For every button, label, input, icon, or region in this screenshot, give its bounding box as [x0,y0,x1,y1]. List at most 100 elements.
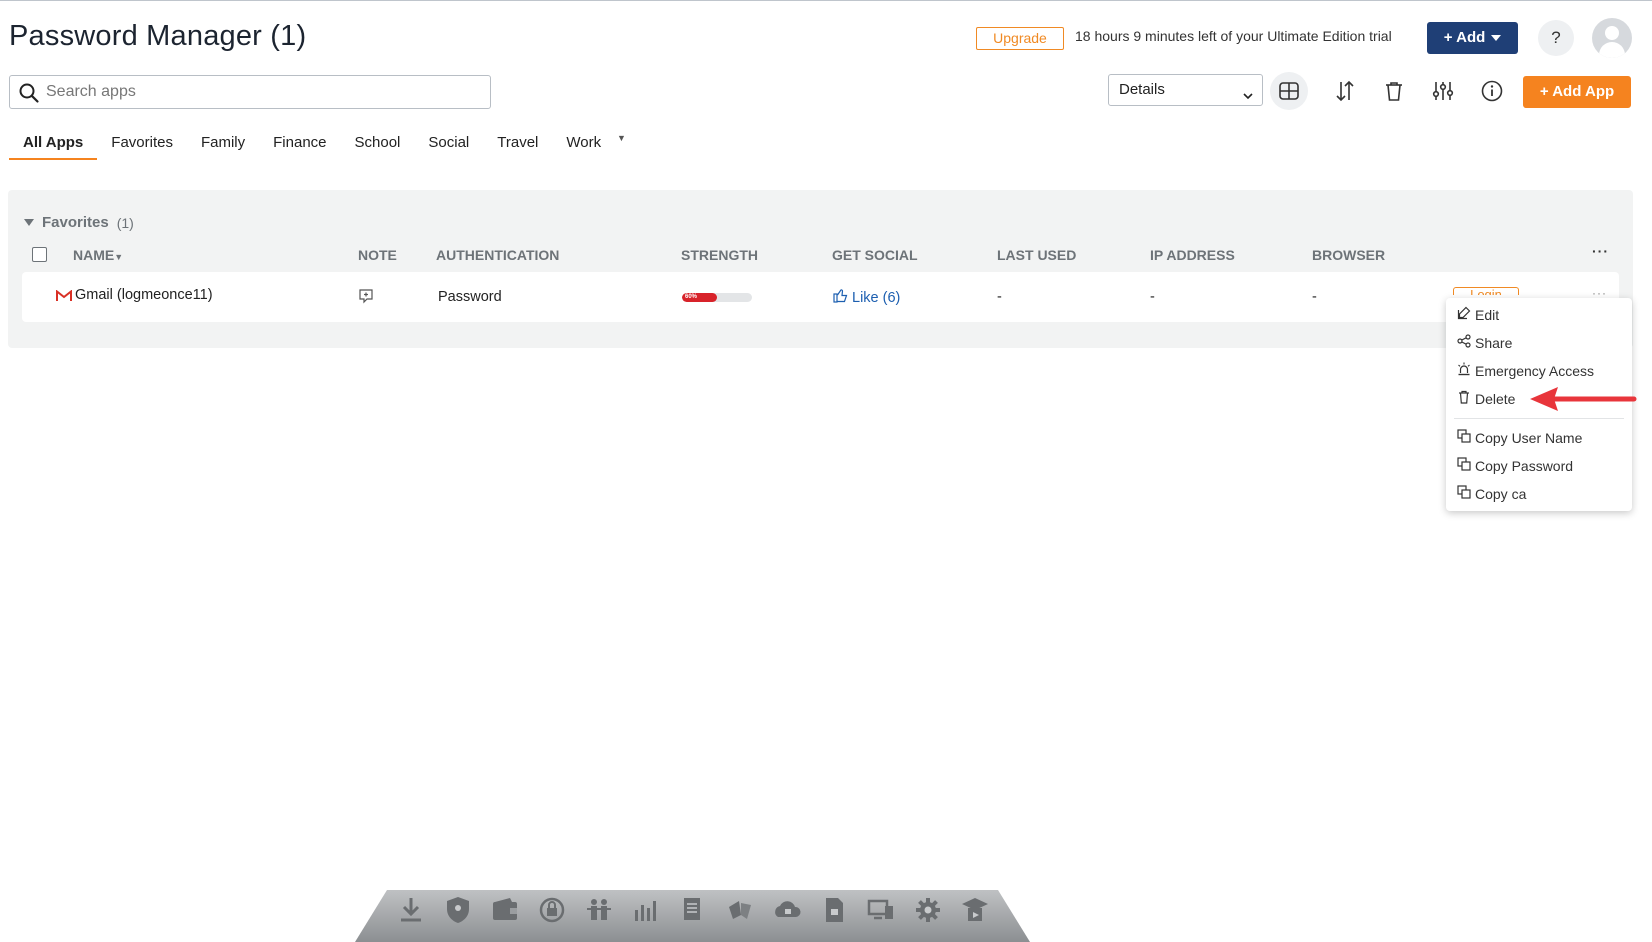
avatar-head [1605,26,1619,40]
column-header-get-social: GET SOCIAL [832,247,918,263]
strength-fill: 60% [682,293,717,302]
ip-address-value: - [1150,289,1155,305]
copy-icon [1457,457,1471,474]
add-dropdown-button[interactable]: + Add [1427,22,1518,54]
share-icon [1457,334,1471,351]
column-header-browser: BROWSER [1312,247,1386,263]
view-mode-value: Details [1119,81,1165,98]
group-name: Favorites [42,214,109,231]
like-count: Like (6) [852,289,901,306]
gmail-icon [56,289,72,307]
filter-sliders-icon[interactable] [1426,74,1460,108]
column-header-authentication: AUTHENTICATION [436,247,560,263]
stats-icon[interactable] [631,895,661,925]
chevron-down-icon [1242,83,1254,113]
menu-item-label: Share [1475,334,1513,351]
login-button[interactable]: Login [1453,287,1519,295]
menu-item-label: Delete [1475,390,1516,407]
tab-social[interactable]: Social [414,128,483,160]
note-icon[interactable] [358,288,374,309]
avatar-body [1599,42,1625,58]
cloud-lock-icon[interactable] [772,895,802,925]
search-icon [18,82,40,109]
sort-icon[interactable] [1328,74,1362,108]
column-header-name[interactable]: NAME▼ [73,247,123,263]
notes-icon[interactable] [678,895,708,925]
menu-item-copy-ca[interactable]: Copy ca [1457,485,1526,502]
caret-down-icon [1491,35,1502,42]
password-icon[interactable] [537,895,567,925]
grid-view-icon[interactable] [1270,72,1308,110]
column-name-label: NAME [73,247,115,263]
avatar[interactable] [1592,18,1632,58]
columns-more-button[interactable]: ··· [1592,243,1609,259]
tabs-more-caret-icon[interactable]: ▼ [617,133,626,143]
menu-divider [1454,418,1624,419]
download-icon[interactable] [396,895,426,925]
menu-item-label: Edit [1475,306,1500,323]
trial-status-text: 18 hours 9 minutes left of your Ultimate… [1075,28,1392,44]
tab-work[interactable]: Work [552,128,615,160]
annotation-arrow-icon [1530,387,1637,411]
trash-icon [1457,390,1471,407]
menu-item-delete[interactable]: Delete [1457,390,1515,407]
thumbs-up-icon [833,288,848,307]
group-count: (1) [116,214,134,231]
info-icon[interactable] [1475,74,1509,108]
select-all-checkbox[interactable] [32,247,47,262]
trash-icon[interactable] [1377,74,1411,108]
column-header-note: NOTE [358,247,397,263]
strength-bar: 60% [682,293,752,302]
column-header-ip-address: IP ADDRESS [1150,247,1235,263]
tab-all-apps[interactable]: All Apps [9,128,98,160]
tab-family[interactable]: Family [187,128,259,160]
menu-item-label: Copy ca [1475,485,1527,502]
devices-icon[interactable] [866,895,896,925]
app-name[interactable]: Gmail (logmeonce11) [75,287,213,303]
group-header-favorites[interactable]: Favorites (1) [24,214,134,231]
last-used-value: - [997,289,1002,305]
secure-file-icon[interactable] [819,895,849,925]
menu-item-label: Copy Password [1475,457,1574,474]
shop-icon[interactable] [725,895,755,925]
tab-favorites[interactable]: Favorites [97,128,187,160]
sort-caret-icon: ▼ [114,252,124,262]
authentication-value: Password [438,289,502,305]
add-app-button[interactable]: + Add App [1523,76,1631,108]
emergency-icon [1457,362,1471,379]
help-button[interactable]: ? [1538,20,1574,56]
upgrade-button[interactable]: Upgrade [976,27,1064,50]
column-header-strength: STRENGTH [681,247,758,263]
add-button-label: + Add [1443,29,1486,46]
menu-item-emergency-access[interactable]: Emergency Access [1457,362,1594,379]
tab-finance[interactable]: Finance [259,128,340,160]
collapse-triangle-icon [24,219,34,226]
family-icon[interactable] [584,895,614,925]
view-mode-select[interactable]: Details [1108,74,1263,106]
shield-icon[interactable] [443,895,473,925]
menu-item-label: Emergency Access [1475,362,1595,379]
like-link[interactable]: Like (6) [833,288,900,307]
table-row[interactable] [22,272,1619,322]
column-header-last-used: LAST USED [997,247,1077,263]
menu-item-label: Copy User Name [1475,429,1583,446]
copy-icon [1457,429,1471,446]
menu-item-share[interactable]: Share [1457,334,1512,351]
edit-icon [1457,306,1471,323]
favorites-group-panel [8,190,1633,348]
search-input[interactable] [46,80,476,104]
copy-icon [1457,485,1471,502]
tab-travel[interactable]: Travel [483,128,552,160]
tutorial-icon[interactable] [960,895,990,925]
browser-value: - [1312,289,1317,305]
wallet-icon[interactable] [490,895,520,925]
search-box [9,75,491,109]
page-title: Password Manager (1) [9,20,307,52]
menu-item-edit[interactable]: Edit [1457,306,1499,323]
menu-item-copy-user-name[interactable]: Copy User Name [1457,429,1582,446]
menu-item-copy-password[interactable]: Copy Password [1457,457,1573,474]
settings-gear-icon[interactable] [913,895,943,925]
top-border [0,0,1652,1]
category-tabs: All Apps Favorites Family Finance School… [9,128,615,160]
tab-school[interactable]: School [341,128,415,160]
